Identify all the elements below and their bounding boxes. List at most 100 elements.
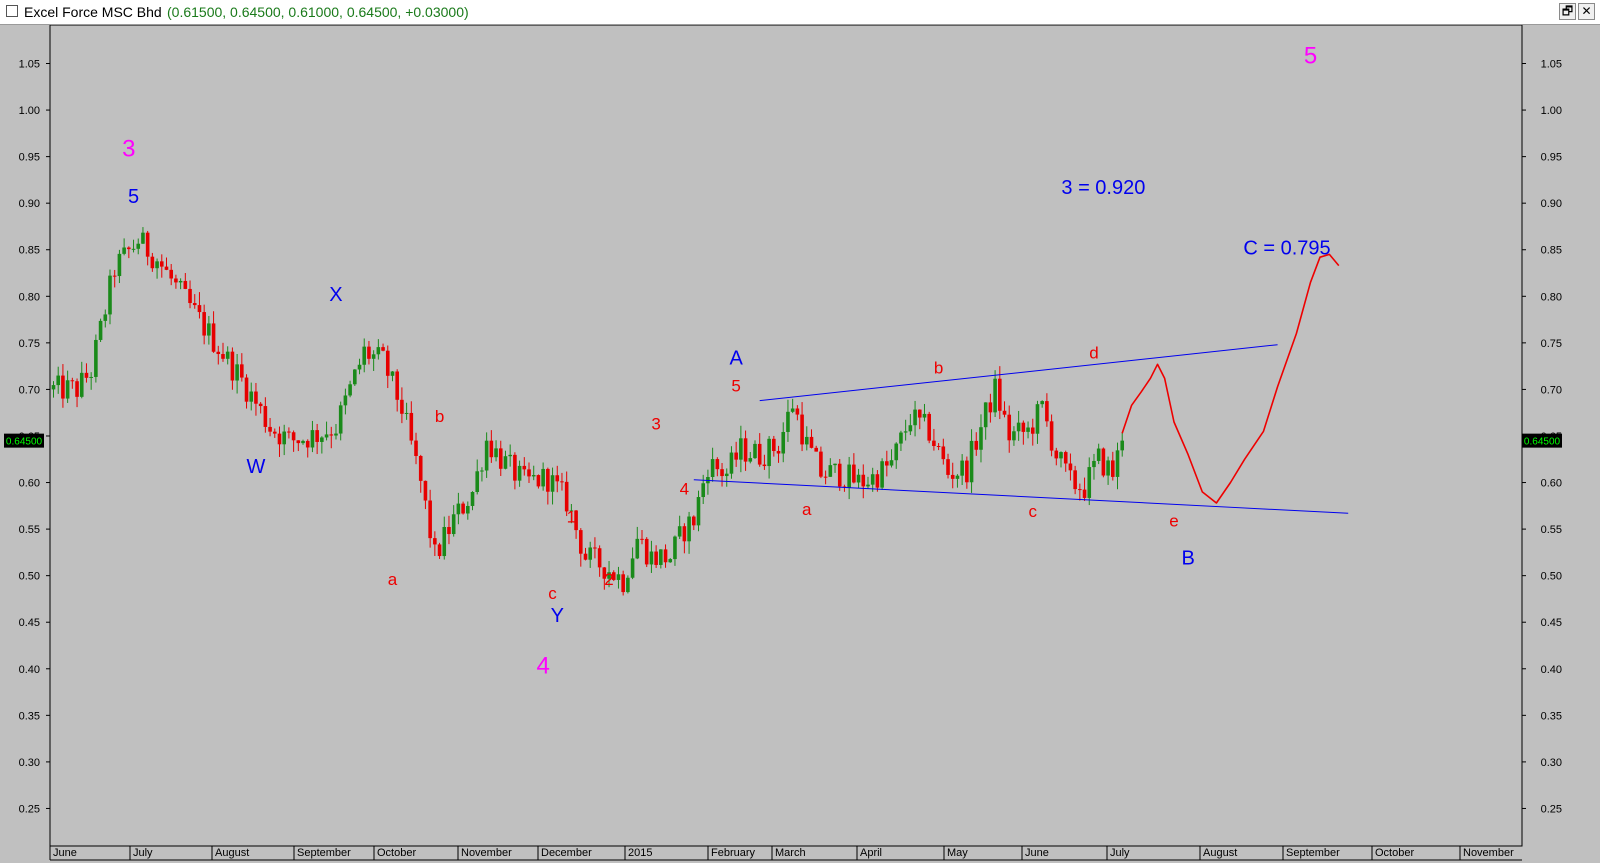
- candle-body: [282, 431, 286, 445]
- candle-body: [560, 481, 564, 483]
- candle-body: [894, 443, 899, 461]
- candle-body: [343, 395, 348, 406]
- x-month-label: July: [1110, 847, 1130, 859]
- x-month-label: September: [297, 847, 351, 859]
- x-month-label: July: [133, 847, 153, 859]
- candle-body: [659, 549, 663, 565]
- candle-body: [428, 500, 432, 539]
- candle-body: [1111, 460, 1115, 477]
- price-chart[interactable]: 1.05 1.05 1.00 1.00 0.95 0.95 0.90 0.90 0.85 0.85…: [0, 25, 1600, 863]
- candle-body: [503, 456, 508, 469]
- close-icon[interactable]: ✕: [1578, 3, 1595, 20]
- candle-body: [593, 547, 597, 549]
- candle-body: [988, 402, 993, 413]
- window-title: Excel Force MSC Bhd: [24, 4, 162, 20]
- candle-body: [847, 464, 851, 488]
- candle-body: [122, 247, 126, 254]
- candle-body: [353, 369, 357, 385]
- candle-body: [616, 574, 621, 580]
- x-month-label: 2015: [628, 847, 652, 859]
- x-month-label: April: [860, 847, 882, 859]
- wave-label: b: [435, 407, 444, 426]
- candle-body: [776, 451, 781, 454]
- last-price-label: 0.64500: [1524, 437, 1561, 448]
- candle-body: [433, 538, 437, 545]
- candle-body: [136, 243, 141, 249]
- candle-body: [414, 440, 418, 457]
- candle-body: [301, 440, 305, 444]
- candle-body: [668, 559, 673, 563]
- candle-body: [65, 380, 70, 399]
- candle-body: [969, 440, 974, 483]
- candle-body: [550, 475, 555, 492]
- candle-body: [362, 346, 367, 365]
- candle-body: [456, 503, 461, 515]
- candle-body: [1049, 421, 1054, 451]
- candle-body: [188, 288, 192, 304]
- y-tick-label-left: 0.60: [19, 478, 40, 490]
- candle-body: [1063, 452, 1068, 464]
- candle-body: [145, 232, 150, 257]
- candle-body: [1054, 450, 1059, 459]
- candle-body: [494, 448, 498, 458]
- candle-body: [117, 253, 122, 277]
- candle-body: [470, 492, 475, 506]
- y-tick-label-left: 0.40: [19, 664, 40, 676]
- candle-body: [635, 538, 640, 559]
- candle-body: [230, 351, 235, 381]
- candle-body: [1007, 414, 1012, 441]
- y-tick-label-right: 0.45: [1541, 617, 1562, 629]
- candle-body: [701, 483, 706, 498]
- candle-body: [814, 447, 818, 452]
- last-price-label: 0.64500: [6, 437, 43, 448]
- candle-body: [315, 430, 319, 442]
- candle-body: [889, 460, 894, 466]
- candle-body: [583, 553, 588, 560]
- candle-body: [244, 377, 249, 402]
- candle-body: [1115, 450, 1120, 477]
- candle-body: [1035, 404, 1040, 434]
- candle-body: [475, 471, 480, 493]
- candle-body: [861, 474, 866, 487]
- candle-body: [913, 409, 917, 426]
- candle-body: [1068, 463, 1073, 471]
- window-icon: [6, 5, 18, 17]
- candle-body: [588, 547, 593, 560]
- candle-body: [1016, 422, 1021, 432]
- wave-label: c: [1029, 502, 1038, 521]
- price-quote: (0.61500, 0.64500, 0.61000, 0.64500, +0.…: [167, 4, 469, 20]
- candle-body: [216, 351, 221, 355]
- candle-body: [442, 526, 447, 557]
- candle-body: [983, 402, 988, 428]
- candle-body: [965, 460, 969, 483]
- candle-body: [753, 443, 757, 459]
- wave-label: d: [1089, 344, 1098, 363]
- candle-body: [823, 476, 828, 478]
- candle-body: [79, 372, 84, 397]
- title-bar: Excel Force MSC Bhd (0.61500, 0.64500, 0…: [0, 0, 1600, 25]
- candle-body: [800, 414, 804, 445]
- candle-body: [84, 372, 89, 378]
- candle-body: [1106, 460, 1110, 476]
- candle-body: [903, 431, 908, 433]
- candle-body: [400, 399, 404, 414]
- wave-label: 3 = 0.920: [1061, 177, 1145, 199]
- x-month-label: October: [377, 847, 416, 859]
- x-month-label: November: [1463, 847, 1514, 859]
- candle-body: [291, 432, 296, 441]
- candle-body: [296, 440, 301, 444]
- y-tick-label-left: 0.95: [19, 152, 40, 164]
- candle-body: [164, 266, 169, 270]
- candle-body: [809, 436, 814, 448]
- y-tick-label-right: 1.05: [1541, 59, 1562, 71]
- candle-body: [1059, 452, 1063, 459]
- candle-body: [677, 526, 682, 537]
- candle-body: [710, 459, 715, 477]
- candle-body: [880, 461, 884, 488]
- x-month-label: March: [775, 847, 806, 859]
- candle-body: [691, 516, 696, 526]
- candle-body: [423, 480, 428, 501]
- candle-body: [404, 412, 409, 414]
- restore-icon[interactable]: 🗗: [1559, 3, 1576, 20]
- y-tick-label-left: 0.45: [19, 617, 40, 629]
